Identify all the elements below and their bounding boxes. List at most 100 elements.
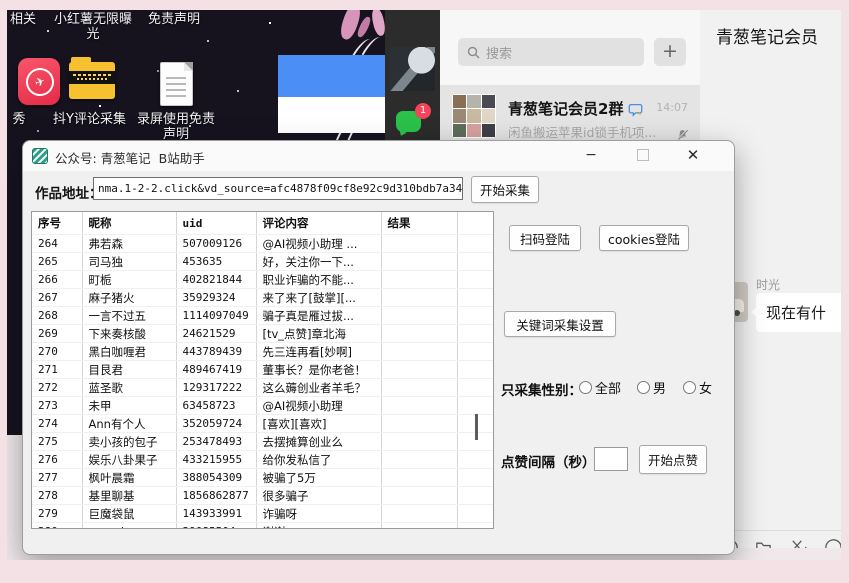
desktop-icon-label-douy[interactable]: 抖Y评论采集: [47, 112, 132, 127]
radio-icon[interactable]: [683, 381, 696, 394]
window-title: 公众号: 青葱笔记 B站助手: [55, 148, 205, 167]
desktop-icon-label-xiangguan[interactable]: 相关: [10, 12, 36, 27]
table-cell: 一言不过五: [82, 307, 176, 325]
table-cell: 目艮君: [82, 361, 176, 379]
table-cell: 273: [32, 397, 82, 415]
desktop-icon-label-mianze[interactable]: 免责声明: [148, 12, 200, 27]
table-cell: [457, 235, 494, 253]
red-app-icon[interactable]: ✈: [18, 58, 60, 105]
table-row[interactable]: 268一言不过五1114097049骗子真是雁过拔...: [32, 307, 494, 325]
table-cell: 275: [32, 433, 82, 451]
table-cell: [381, 253, 457, 271]
table-cell: [381, 361, 457, 379]
desktop-icon-label-xiu[interactable]: 秀: [7, 112, 39, 127]
table-cell: 司马独: [82, 253, 176, 271]
app-logo-icon: [32, 148, 48, 164]
table-cell: 453635: [176, 253, 256, 271]
window-titlebar[interactable]: 公众号: 青葱笔记 B站助手 − ✕: [23, 141, 734, 171]
chat-history-icon[interactable]: [824, 538, 841, 548]
table-cell: 麻子猪火: [82, 289, 176, 307]
table-row[interactable]: 279巨魔袋鼠143933991诈骗呀: [32, 505, 494, 523]
table-row[interactable]: 264弗若森507009126@AI视频小助理 ...: [32, 235, 494, 253]
table-cell: 先三连再看[妙啊]: [256, 343, 381, 361]
table-cell: 489467419: [176, 361, 256, 379]
table-row[interactable]: 276娱乐八卦果子433215955给你发私信了: [32, 451, 494, 469]
table-row[interactable]: 266町栀402821844职业诈骗的不能...: [32, 271, 494, 289]
comments-table-body: 264弗若森507009126@AI视频小助理 ...265司马独453635好…: [32, 235, 494, 530]
table-cell: [381, 415, 457, 433]
table-row[interactable]: 274Ann有个人352059724[喜欢][喜欢]: [32, 415, 494, 433]
table-cell: 274: [32, 415, 82, 433]
desktop-icon-label-xiaohongshu[interactable]: 小红薯无限曝光: [52, 12, 134, 42]
table-scrollbar-thumb[interactable]: [475, 414, 478, 440]
add-chat-button[interactable]: +: [654, 38, 686, 66]
table-cell: [457, 451, 494, 469]
table-cell: 基里聊基: [82, 487, 176, 505]
table-row[interactable]: 265司马独453635好，关注你一下...: [32, 253, 494, 271]
table-cell: [381, 469, 457, 487]
table-cell: 264: [32, 235, 82, 253]
table-row[interactable]: 278基里聊基1856862877很多骗子: [32, 487, 494, 505]
table-cell: 未甲: [82, 397, 176, 415]
table-cell: [381, 289, 457, 307]
table-row[interactable]: 272蓝圣歌129317222这么薅创业者羊毛？: [32, 379, 494, 397]
chat-group-name: 青葱笔记会员2群: [508, 98, 643, 121]
folder-banner: [69, 71, 115, 84]
radio-icon[interactable]: [579, 381, 592, 394]
keyword-settings-button[interactable]: 关键词采集设置: [504, 311, 616, 337]
table-cell: 被骗了5万: [256, 469, 381, 487]
send-file-folder-icon[interactable]: [754, 538, 773, 548]
table-cell: 卖小孩的包子: [82, 433, 176, 451]
table-row[interactable]: 277枫叶晨霜388054309被骗了5万: [32, 469, 494, 487]
like-interval-input[interactable]: [594, 447, 628, 471]
desktop-icon-label-luping[interactable]: 录屏使用免责 声明: [135, 112, 217, 142]
radio-icon[interactable]: [637, 381, 650, 394]
table-cell: [457, 253, 494, 271]
table-cell: 蓝圣歌: [82, 379, 176, 397]
background-window-fragment: [278, 55, 385, 133]
comments-table[interactable]: 序号昵称uid评论内容结果 264弗若森507009126@AI视频小助理 ..…: [31, 211, 494, 529]
table-cell: 269: [32, 325, 82, 343]
screenshot-area: 相关 小红薯无限曝光 免责声明 ✈ 秀 抖Y评论采集 录屏使用免责 声明 1: [7, 10, 841, 560]
table-cell: 好，关注你一下...: [256, 253, 381, 271]
unread-count-badge: 1: [415, 103, 431, 119]
table-row[interactable]: 273未甲63458723@AI视频小助理: [32, 397, 494, 415]
video-call-thumbnail[interactable]: [390, 47, 435, 91]
search-icon: [467, 46, 480, 59]
table-cell: 268: [32, 307, 82, 325]
table-row[interactable]: 269下来奏核酸24621529[tv_点赞]章北海: [32, 325, 494, 343]
scan-login-button[interactable]: 扫码登陆: [509, 225, 581, 251]
screenshot-scissors-icon[interactable]: [788, 538, 809, 548]
document-icon[interactable]: [160, 62, 193, 106]
gender-option-male[interactable]: 男: [637, 378, 666, 397]
start-collect-button[interactable]: 开始采集: [471, 176, 539, 203]
table-cell: 280: [32, 523, 82, 530]
gender-option-female[interactable]: 女: [683, 378, 712, 397]
table-cell: 402821844: [176, 271, 256, 289]
table-cell: [381, 523, 457, 530]
search-input[interactable]: 搜索: [458, 38, 644, 66]
table-cell: 町栀: [82, 271, 176, 289]
url-input[interactable]: nma.1-2-2.click&vd_source=afc4878f09cf8e…: [93, 177, 463, 200]
cookies-login-button[interactable]: cookies登陆: [599, 225, 689, 251]
chat-messages-icon[interactable]: 1: [396, 111, 421, 132]
group-avatar: [452, 94, 496, 138]
table-cell: [381, 379, 457, 397]
minimize-button[interactable]: −: [573, 143, 609, 168]
maximize-button[interactable]: [625, 143, 661, 168]
start-like-button[interactable]: 开始点赞: [639, 445, 707, 474]
close-button[interactable]: ✕: [675, 143, 711, 168]
table-row[interactable]: 267麻子猪火35929324来了来了[鼓掌][...: [32, 289, 494, 307]
gender-option-all[interactable]: 全部: [579, 378, 621, 397]
table-row[interactable]: 271目艮君489467419董事长？是你老爸！: [32, 361, 494, 379]
table-row[interactable]: 270黑白咖喱君443789439先三连再看[妙啊]: [32, 343, 494, 361]
table-cell: 277: [32, 469, 82, 487]
table-cell: 279: [32, 505, 82, 523]
douy-comment-folder-icon[interactable]: [69, 62, 115, 99]
table-cell: 1856862877: [176, 487, 256, 505]
table-row[interactable]: 275卖小孩的包子253478493去摆摊算创业么: [32, 433, 494, 451]
table-cell: 这么薅创业者羊毛？: [256, 379, 381, 397]
chat-list-item[interactable]: 青葱笔记会员2群 14:07 闲鱼搬运苹果id锁手机项...: [440, 85, 700, 147]
table-cell: 弗若森: [82, 235, 176, 253]
table-row[interactable]: 280qqrock29085504谢谢: [32, 523, 494, 530]
